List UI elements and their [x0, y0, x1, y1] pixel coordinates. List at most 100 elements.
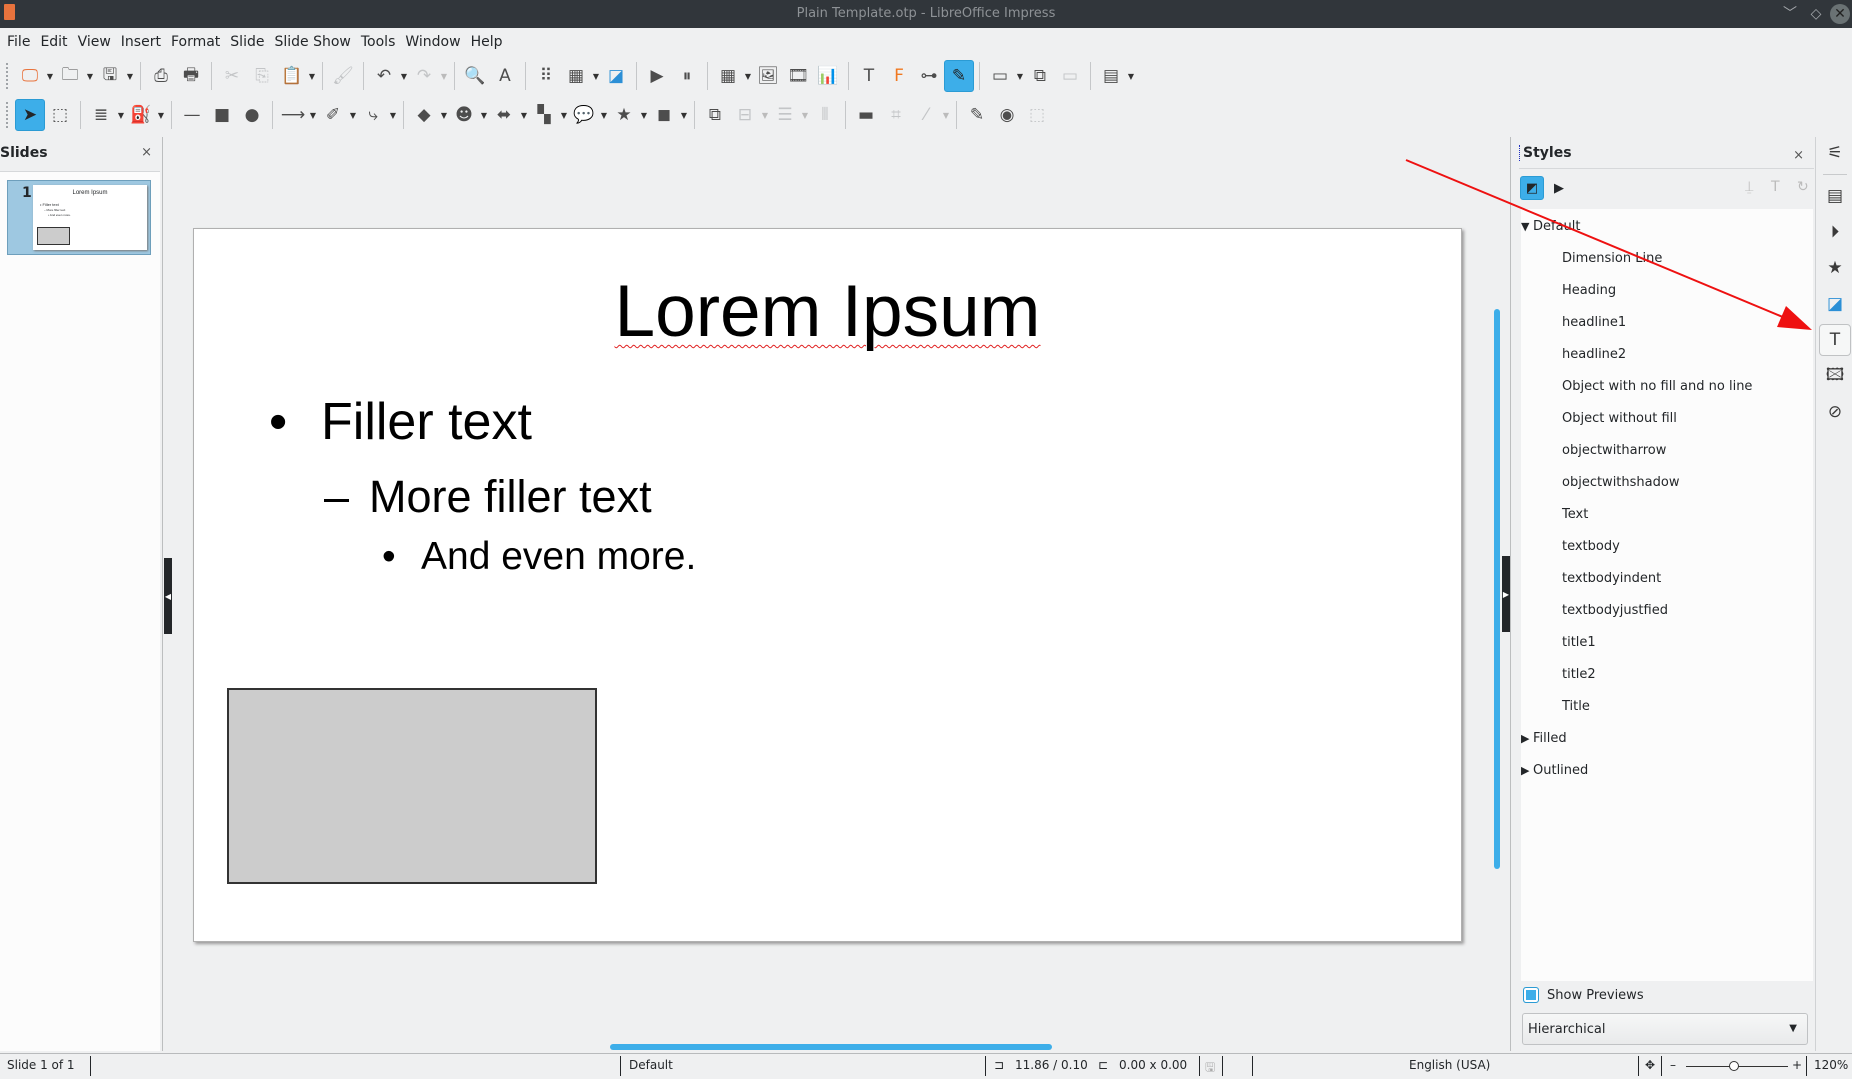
insert-ellipse-button[interactable]: ●: [237, 99, 267, 131]
vertical-scrollbar[interactable]: [1494, 309, 1500, 869]
block-arrows-button[interactable]: ⬌: [489, 99, 519, 131]
cut-button[interactable]: ✂: [217, 60, 247, 92]
find-replace-button[interactable]: 🔍: [460, 60, 490, 92]
bullet-level-3[interactable]: • And even more.: [382, 537, 696, 576]
style-item[interactable]: Title: [1562, 695, 1590, 719]
bullet-level-2[interactable]: – More filler text: [324, 474, 652, 519]
clone-formatting-button[interactable]: 🖌: [328, 60, 358, 92]
maximize-button[interactable]: ◇: [1806, 4, 1826, 24]
new-style-from-selection-icon[interactable]: T: [1771, 179, 1780, 195]
close-window-button[interactable]: ✕: [1830, 4, 1850, 24]
new-slide-dropdown-arrow[interactable]: ▼: [1015, 60, 1025, 92]
connectors-dropdown-arrow[interactable]: ▼: [388, 99, 398, 131]
animation-tab[interactable]: ⏵: [1819, 216, 1851, 248]
align-objects-button[interactable]: ⊟: [730, 99, 760, 131]
style-item[interactable]: title2: [1562, 663, 1596, 687]
line-color-dropdown-arrow[interactable]: ▼: [116, 99, 126, 131]
filter-dropdown-arrow[interactable]: ▼: [941, 99, 951, 131]
minimize-button[interactable]: ﹀: [1780, 4, 1800, 24]
style-item[interactable]: textbody: [1562, 535, 1620, 559]
style-item[interactable]: Text: [1562, 503, 1588, 527]
open-dropdown-arrow[interactable]: ▼: [85, 60, 95, 92]
style-list[interactable]: ▼ Default Dimension Line Heading headline1 he…: [1521, 209, 1813, 981]
transformations-button[interactable]: ⧉: [700, 99, 730, 131]
duplicate-slide-button[interactable]: ⧉: [1025, 60, 1055, 92]
redo-dropdown-arrow[interactable]: ▼: [439, 60, 449, 92]
new-slide-button[interactable]: ▭: [985, 60, 1015, 92]
flowchart-dropdown-arrow[interactable]: ▼: [559, 99, 569, 131]
new-presentation-dropdown-arrow[interactable]: ▼: [45, 60, 55, 92]
rectangle-shape[interactable]: [227, 688, 597, 884]
menu-slide-show[interactable]: Slide Show: [269, 28, 355, 56]
insert-rectangle-button[interactable]: ■: [207, 99, 237, 131]
basic-shapes-button[interactable]: ◆: [409, 99, 439, 131]
display-grid-button[interactable]: ⠿: [531, 60, 561, 92]
menu-window[interactable]: Window: [400, 28, 465, 56]
open-button[interactable]: 🗀: [55, 60, 85, 92]
slides-pane-collapse-handle[interactable]: ◀: [164, 558, 172, 634]
zoom-in-button[interactable]: +: [1792, 1058, 1802, 1072]
style-item[interactable]: Heading: [1562, 279, 1616, 303]
show-previews-checkbox[interactable]: Show Previews: [1523, 987, 1644, 1003]
insert-table-dropdown-arrow[interactable]: ▼: [743, 60, 753, 92]
zoom-percent[interactable]: 120%: [1814, 1058, 1848, 1072]
paste-button[interactable]: 📋: [277, 60, 307, 92]
distribute-button[interactable]: ⫴: [810, 99, 840, 131]
undo-dropdown-arrow[interactable]: ▼: [399, 60, 409, 92]
menu-slide[interactable]: Slide: [225, 28, 269, 56]
drawing-styles-button[interactable]: ◩: [1520, 176, 1544, 200]
stars-button[interactable]: ★: [609, 99, 639, 131]
show-draw-functions-button[interactable]: ✎: [962, 99, 992, 131]
start-from-current-button[interactable]: ⏸: [672, 60, 702, 92]
language-status[interactable]: English (USA): [1409, 1058, 1490, 1072]
lines-arrows-button[interactable]: ⟶: [278, 99, 308, 131]
master-slide-button[interactable]: ◪: [601, 60, 631, 92]
shadow-button[interactable]: ▬: [851, 99, 881, 131]
styles-close-button[interactable]: ×: [1793, 148, 1804, 163]
insert-fontwork-button[interactable]: F: [884, 60, 914, 92]
slide-thumbnail-1[interactable]: 1 Lorem Ipsum • Filler text – More fille…: [7, 180, 151, 255]
callouts-dropdown-arrow[interactable]: ▼: [599, 99, 609, 131]
menu-file[interactable]: File: [2, 28, 35, 56]
gallery-tab[interactable]: T: [1819, 324, 1851, 356]
draw-freeform-button[interactable]: ✎: [944, 60, 974, 92]
arrange-dropdown-arrow[interactable]: ▼: [800, 99, 810, 131]
spelling-button[interactable]: A: [490, 60, 520, 92]
zoom-out-button[interactable]: –: [1670, 1058, 1676, 1072]
stars-dropdown-arrow[interactable]: ▼: [639, 99, 649, 131]
style-item[interactable]: Dimension Line: [1562, 247, 1662, 271]
style-item[interactable]: title1: [1562, 631, 1596, 655]
symbol-shapes-button[interactable]: ☻: [449, 99, 479, 131]
undo-button[interactable]: ↶: [369, 60, 399, 92]
connectors-button[interactable]: ⤷: [358, 99, 388, 131]
display-views-dropdown-arrow[interactable]: ▼: [591, 60, 601, 92]
bullet-level-1[interactable]: • Filler text: [269, 396, 532, 448]
slide-layout-button[interactable]: ▤: [1096, 60, 1126, 92]
master-slides-tab[interactable]: ★: [1819, 252, 1851, 284]
fill-color-button[interactable]: ⛽: [126, 99, 156, 131]
master-slide-name[interactable]: Default: [629, 1058, 673, 1072]
flowchart-button[interactable]: ▚: [529, 99, 559, 131]
insert-table-button[interactable]: ▦: [713, 60, 743, 92]
crop-button[interactable]: ⌗: [881, 99, 911, 131]
navigator-tab[interactable]: ⊘: [1819, 396, 1851, 428]
basic-shapes-dropdown-arrow[interactable]: ▼: [439, 99, 449, 131]
block-arrows-dropdown-arrow[interactable]: ▼: [519, 99, 529, 131]
styles-tab[interactable]: ◪: [1819, 288, 1851, 320]
style-item[interactable]: objectwithshadow: [1562, 471, 1679, 495]
collapsed-triangle-icon[interactable]: ▶: [1521, 759, 1533, 783]
style-item[interactable]: headline1: [1562, 311, 1626, 335]
export-pdf-button[interactable]: ⎙: [146, 60, 176, 92]
menu-tools[interactable]: Tools: [356, 28, 401, 56]
style-item[interactable]: textbodyjustfied: [1562, 599, 1668, 623]
select-button[interactable]: ➤: [15, 99, 45, 131]
menu-view[interactable]: View: [73, 28, 116, 56]
insert-audio-video-button[interactable]: 🎞: [783, 60, 813, 92]
insert-image-button[interactable]: 🖼: [753, 60, 783, 92]
insert-line-button[interactable]: —: [177, 99, 207, 131]
filter-button[interactable]: ⁄: [911, 99, 941, 131]
update-style-icon[interactable]: ↻: [1797, 179, 1809, 195]
start-from-first-button[interactable]: ▶: [642, 60, 672, 92]
menu-help[interactable]: Help: [466, 28, 508, 56]
curves-polygons-button[interactable]: ✐: [318, 99, 348, 131]
